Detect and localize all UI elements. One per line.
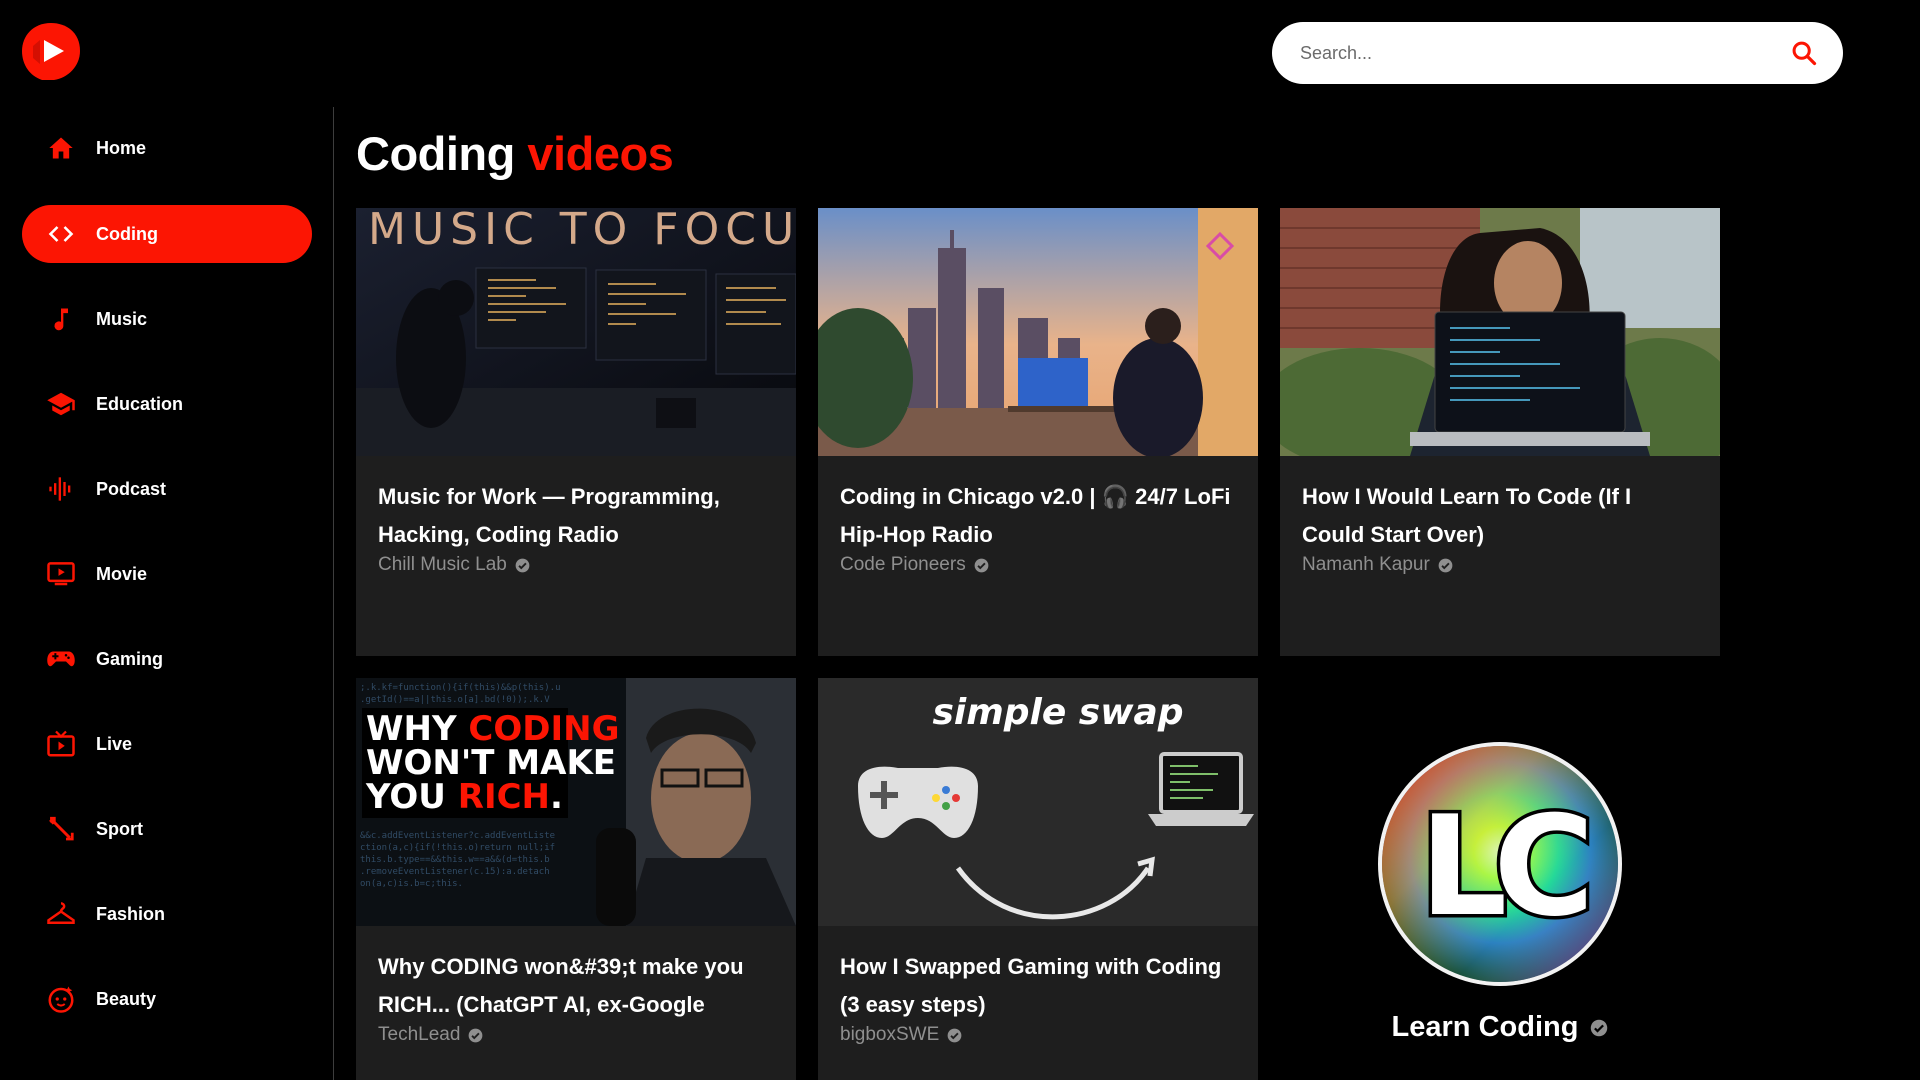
graduation-cap-icon <box>44 387 78 421</box>
search-icon <box>1792 41 1817 66</box>
svg-text:.removeEventListener(c.15):a.d: .removeEventListener(c.15):a.detach <box>360 867 550 877</box>
sidebar-item-label: Sport <box>96 818 143 839</box>
video-thumbnail[interactable]: MUSIC TO FOCU <box>356 208 796 456</box>
play-logo-icon <box>22 23 80 80</box>
svg-text:this.b.type==&&this.w==a&&(d=t: this.b.type==&&this.w==a&&(d=this.b <box>360 855 550 865</box>
sidebar-item-label: Gaming <box>96 648 164 669</box>
video-info: Coding in Chicago v2.0 | 🎧 24/7 LoFi Hip… <box>818 456 1258 576</box>
sidebar-item-podcast[interactable]: Podcast <box>22 460 312 518</box>
code-icon <box>44 217 78 251</box>
video-info: How I Swapped Gaming with Coding (3 easy… <box>818 926 1258 1046</box>
sidebar-item-label: Home <box>96 137 147 158</box>
sidebar-item-label: Music <box>96 308 148 329</box>
channel-name: Code Pioneers <box>840 554 966 575</box>
search-button[interactable] <box>1787 36 1821 70</box>
sidebar-item-label: Live <box>96 733 133 754</box>
gamepad-icon <box>44 642 78 676</box>
video-info: Why CODING won&#39;t make you RICH... (C… <box>356 926 796 1046</box>
channel-name: bigboxSWE <box>840 1024 940 1045</box>
video-card[interactable]: How I Would Learn To Code (If I Could St… <box>1280 208 1720 656</box>
checkroom-icon <box>44 897 78 931</box>
channel-name-text: Learn Coding <box>1391 1011 1579 1043</box>
face-retouching-icon <box>44 982 78 1016</box>
sidebar-item-music[interactable]: Music <box>22 290 312 348</box>
channel-link[interactable]: TechLead <box>378 1024 774 1046</box>
page-title-accent: videos <box>527 127 674 180</box>
channel-name: Chill Music Lab <box>378 554 507 575</box>
svg-text:ction(a,c){if(!this.o)return n: ction(a,c){if(!this.o)return null;if <box>360 843 555 853</box>
thumbnail-text: simple swap <box>932 692 1183 733</box>
live-tv-icon <box>44 727 78 761</box>
video-thumbnail[interactable] <box>1280 208 1720 456</box>
svg-text:;.k.kf=function(){if(this)&&p(: ;.k.kf=function(){if(this)&&p(this).u <box>360 683 560 693</box>
video-thumbnail[interactable]: simple swap <box>818 678 1258 926</box>
video-title[interactable]: How I Swapped Gaming with Coding (3 easy… <box>840 948 1236 1024</box>
video-title[interactable]: How I Would Learn To Code (If I Could St… <box>1302 478 1698 554</box>
sidebar: Home Coding Music Education Podcast Movi… <box>0 107 334 1080</box>
svg-text:on(a,c)is.b=c;this.: on(a,c)is.b=c;this. <box>360 879 463 889</box>
channel-name[interactable]: Learn Coding <box>1392 1011 1609 1044</box>
sidebar-item-movie[interactable]: Movie <box>22 545 312 603</box>
fitness-icon <box>44 812 78 846</box>
video-card[interactable]: simple swap How I Swapped Gaming with Co… <box>818 678 1258 1080</box>
sidebar-item-home[interactable]: Home <box>22 119 312 177</box>
video-title[interactable]: Music for Work — Programming, Hacking, C… <box>378 478 774 554</box>
sidebar-item-label: Beauty <box>96 988 157 1009</box>
search-input[interactable] <box>1298 41 1787 65</box>
channel-name: Namanh Kapur <box>1302 554 1430 575</box>
sidebar-item-label: Coding <box>96 223 158 244</box>
video-title[interactable]: Why CODING won&#39;t make you RICH... (C… <box>378 948 774 1024</box>
verified-check-icon <box>974 558 989 572</box>
verified-check-icon <box>515 558 530 572</box>
sidebar-item-beauty[interactable]: Beauty <box>22 970 312 1028</box>
page-title: Coding videos <box>356 126 674 181</box>
sidebar-item-label: Movie <box>96 563 148 584</box>
channel-link[interactable]: Chill Music Lab <box>378 554 774 576</box>
video-info: Music for Work — Programming, Hacking, C… <box>356 456 796 576</box>
sidebar-item-label: Education <box>96 393 184 414</box>
verified-check-icon <box>1438 558 1453 572</box>
video-card[interactable]: MUSIC TO FOCU Music for Work — Programmi… <box>356 208 796 656</box>
svg-text:&&c.addEventListener?c.addEven: &&c.addEventListener?c.addEventListe <box>360 831 555 841</box>
channel-card[interactable]: LC Learn Coding <box>1280 678 1720 1080</box>
podcast-icon <box>44 472 78 506</box>
video-thumbnail[interactable]: ;.k.kf=function(){if(this)&&p(this).u .g… <box>356 678 796 926</box>
ondemand-video-icon <box>44 557 78 591</box>
search-bar <box>1272 22 1843 84</box>
avatar-text: LC <box>1419 786 1586 947</box>
sidebar-item-coding[interactable]: Coding <box>22 205 312 263</box>
sidebar-item-gaming[interactable]: Gaming <box>22 630 312 688</box>
channel-name: TechLead <box>378 1024 461 1045</box>
channel-avatar[interactable]: LC <box>1375 739 1625 989</box>
video-thumbnail[interactable] <box>818 208 1258 456</box>
sidebar-item-live[interactable]: Live <box>22 715 312 773</box>
verified-check-icon <box>469 1028 483 1042</box>
home-icon <box>44 131 78 165</box>
verified-check-icon <box>947 1028 962 1042</box>
sidebar-item-fashion[interactable]: Fashion <box>22 885 312 943</box>
music-note-icon <box>44 302 78 336</box>
page-title-text: Coding <box>356 127 515 180</box>
video-card[interactable]: ;.k.kf=function(){if(this)&&p(this).u .g… <box>356 678 796 1080</box>
channel-link[interactable]: Code Pioneers <box>840 554 1236 576</box>
video-info: How I Would Learn To Code (If I Could St… <box>1280 456 1720 576</box>
channel-link[interactable]: bigboxSWE <box>840 1024 1236 1046</box>
verified-check-icon <box>1591 1019 1608 1036</box>
svg-text:.getId()==a||this.o[a].bd(!0)): .getId()==a||this.o[a].bd(!0));.k.V <box>360 695 550 705</box>
sidebar-item-label: Fashion <box>96 903 166 924</box>
video-card[interactable]: Coding in Chicago v2.0 | 🎧 24/7 LoFi Hip… <box>818 208 1258 656</box>
channel-link[interactable]: Namanh Kapur <box>1302 554 1698 576</box>
sidebar-item-sport[interactable]: Sport <box>22 800 312 858</box>
thumbnail-text: MUSIC TO FOCU <box>368 208 796 255</box>
sidebar-item-education[interactable]: Education <box>22 375 312 433</box>
sidebar-item-label: Podcast <box>96 478 167 499</box>
video-title[interactable]: Coding in Chicago v2.0 | 🎧 24/7 LoFi Hip… <box>840 478 1236 554</box>
app-logo[interactable] <box>20 20 82 82</box>
